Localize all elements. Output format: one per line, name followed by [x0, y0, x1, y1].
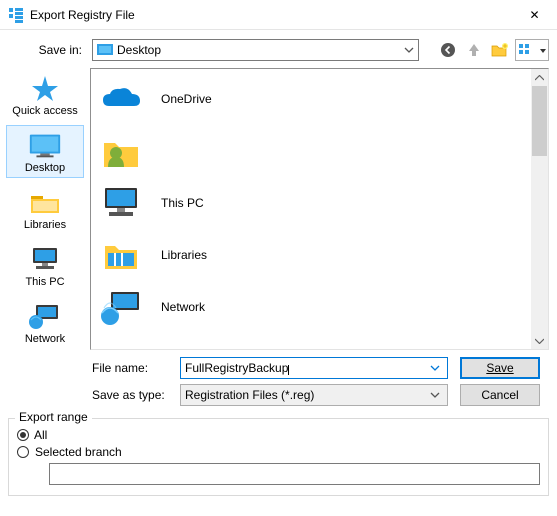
- desktop-icon: [97, 43, 113, 57]
- back-button[interactable]: [437, 39, 459, 61]
- quick-access-icon: [27, 73, 63, 103]
- chevron-down-icon[interactable]: [427, 365, 443, 371]
- cancel-button-label: Cancel: [481, 388, 518, 402]
- libraries-icon: [99, 233, 143, 277]
- filename-row: File name: FullRegistryBackup Save: [0, 355, 557, 381]
- window-title: Export Registry File: [30, 8, 512, 22]
- scrollbar[interactable]: [531, 69, 548, 349]
- savein-label: Save in:: [0, 43, 88, 57]
- scroll-down-icon[interactable]: [531, 332, 548, 349]
- export-range-group: Export range All Selected branch: [8, 418, 549, 496]
- libraries-icon: [27, 187, 63, 217]
- filename-input[interactable]: FullRegistryBackup: [180, 357, 448, 379]
- savetype-label: Save as type:: [0, 388, 180, 402]
- savetype-value: Registration Files (*.reg): [185, 388, 427, 402]
- selected-branch-input[interactable]: [49, 463, 540, 485]
- network-icon: [99, 285, 143, 329]
- savetype-combo[interactable]: Registration Files (*.reg): [180, 384, 448, 406]
- list-item[interactable]: [91, 125, 531, 177]
- this-pc-icon: [99, 181, 143, 225]
- savein-row: Save in: Desktop: [0, 36, 557, 64]
- user-folder-icon: [99, 129, 143, 173]
- scroll-up-icon[interactable]: [531, 69, 548, 86]
- onedrive-icon: [99, 77, 143, 121]
- radio-all-row[interactable]: All: [17, 425, 540, 445]
- list-item[interactable]: Network: [91, 281, 531, 333]
- place-label: Libraries: [24, 219, 66, 231]
- place-quick-access[interactable]: Quick access: [6, 68, 84, 121]
- place-label: This PC: [25, 276, 64, 288]
- place-this-pc[interactable]: This PC: [6, 240, 84, 293]
- close-button[interactable]: ✕: [512, 0, 557, 30]
- filename-value: FullRegistryBackup: [185, 361, 427, 375]
- close-icon: ✕: [529, 8, 539, 22]
- save-button-label: Save: [486, 361, 513, 375]
- radio-all-label: All: [34, 428, 47, 442]
- item-label: OneDrive: [161, 92, 212, 106]
- place-libraries[interactable]: Libraries: [6, 182, 84, 235]
- list-item[interactable]: Libraries: [91, 229, 531, 281]
- radio-selected-branch-label: Selected branch: [35, 445, 122, 459]
- list-item[interactable]: OneDrive: [91, 73, 531, 125]
- place-label: Network: [25, 333, 65, 345]
- savein-value: Desktop: [117, 43, 400, 57]
- toolbar-icons: [437, 39, 549, 61]
- item-label: This PC: [161, 196, 204, 210]
- list-item[interactable]: This PC: [91, 177, 531, 229]
- scroll-thumb[interactable]: [532, 86, 547, 156]
- item-label: Network: [161, 300, 205, 314]
- views-menu-button[interactable]: [515, 39, 549, 61]
- place-label: Quick access: [12, 105, 77, 117]
- places-bar: Quick access Desktop Libraries This PC N…: [0, 64, 90, 354]
- new-folder-button[interactable]: [489, 39, 511, 61]
- browser-area: Quick access Desktop Libraries This PC N…: [0, 64, 557, 354]
- desktop-icon: [27, 130, 63, 160]
- radio-all[interactable]: [17, 429, 29, 441]
- place-desktop[interactable]: Desktop: [6, 125, 84, 178]
- up-one-level-button[interactable]: [463, 39, 485, 61]
- network-icon: [27, 301, 63, 331]
- filename-label: File name:: [0, 361, 180, 375]
- chevron-down-icon[interactable]: [427, 392, 443, 398]
- title-bar: Export Registry File ✕: [0, 0, 557, 30]
- savein-combo[interactable]: Desktop: [92, 39, 419, 61]
- regedit-icon: [8, 7, 24, 23]
- radio-selected-branch[interactable]: [17, 446, 29, 458]
- savetype-row: Save as type: Registration Files (*.reg)…: [0, 382, 557, 408]
- save-button[interactable]: Save: [460, 357, 540, 379]
- item-label: Libraries: [161, 248, 207, 262]
- chevron-down-icon[interactable]: [400, 40, 418, 60]
- export-range-legend: Export range: [15, 410, 92, 424]
- place-label: Desktop: [25, 162, 65, 174]
- place-network[interactable]: Network: [6, 297, 84, 350]
- this-pc-icon: [27, 244, 63, 274]
- radio-selected-branch-row: Selected branch: [17, 445, 540, 459]
- file-list[interactable]: OneDrive This PC Libraries: [90, 68, 549, 350]
- cancel-button[interactable]: Cancel: [460, 384, 540, 406]
